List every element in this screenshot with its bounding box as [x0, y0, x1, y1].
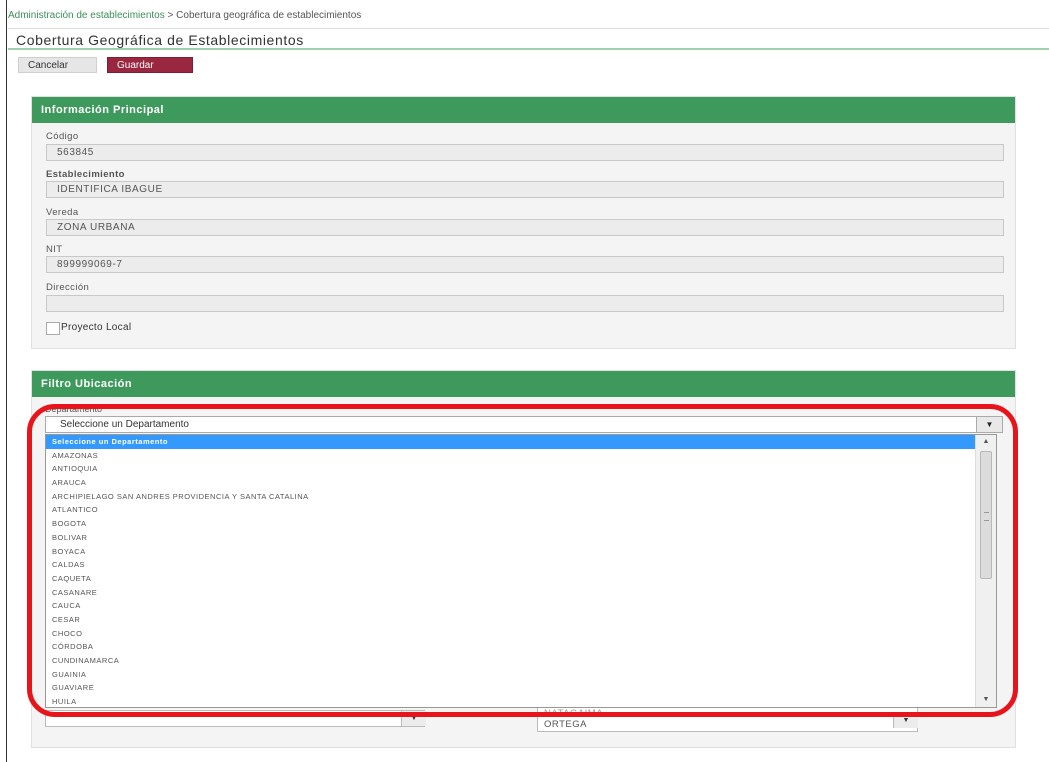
proyecto-local-label: Proyecto Local — [61, 322, 132, 333]
page-title: Cobertura Geográfica de Establecimientos — [16, 32, 304, 48]
scroll-down-arrow-icon[interactable]: ▼ — [976, 693, 996, 707]
scrollbar-thumb[interactable] — [980, 451, 992, 579]
breadcrumb-separator: > — [167, 10, 174, 21]
dropdown-option[interactable]: CHOCO — [46, 627, 976, 641]
dropdown-option[interactable]: ANTIOQUIA — [46, 462, 976, 476]
dropdown-option[interactable]: ATLANTICO — [46, 503, 976, 517]
left-border — [6, 0, 7, 762]
scroll-up-arrow-icon[interactable]: ▲ — [976, 435, 996, 449]
dropdown-option[interactable]: CAUCA — [46, 599, 976, 613]
establecimiento-label: Establecimiento — [46, 169, 125, 180]
breadcrumb-current: Cobertura geográfica de establecimientos — [176, 10, 362, 21]
chevron-down-icon[interactable]: ▼ — [976, 417, 1002, 432]
nit-label: NIT — [46, 244, 63, 255]
codigo-label: Código — [46, 131, 79, 142]
cancel-button[interactable]: Cancelar — [18, 57, 97, 73]
departamento-dropdown-list[interactable]: Seleccione un Departamento AMAZONAS ANTI… — [45, 434, 997, 708]
dropdown-option[interactable]: GUAINIA — [46, 668, 976, 682]
dropdown-option[interactable]: CALDAS — [46, 558, 976, 572]
dropdown-option[interactable]: Seleccione un Departamento — [46, 435, 976, 449]
dropdown-option[interactable]: CUNDINAMARCA — [46, 654, 976, 668]
direccion-label: Dirección — [46, 282, 90, 293]
dropdown-option[interactable]: BOGOTA — [46, 517, 976, 531]
chevron-down-icon[interactable]: ▼ — [893, 713, 918, 728]
top-divider — [8, 28, 1049, 29]
dropdown-option[interactable]: ARAUCA — [46, 476, 976, 490]
dropdown-option[interactable]: ARCHIPIELAGO SAN ANDRES PROVIDENCIA Y SA… — [46, 490, 976, 504]
departamento-label: Departamento — [45, 404, 103, 414]
chevron-down-icon[interactable]: ▼ — [401, 711, 426, 726]
nit-field[interactable]: 899999069-7 — [46, 256, 1004, 273]
municipio-value: ORTEGA — [544, 719, 587, 730]
dropdown-option[interactable]: HUILA — [46, 695, 976, 707]
info-panel: Información Principal Código 563845 Esta… — [31, 96, 1016, 349]
dropdown-option[interactable]: CAQUETA — [46, 572, 976, 586]
municipio-select[interactable]: NATAGAIMA ORTEGA — [537, 706, 918, 732]
vereda-label: Vereda — [46, 207, 79, 218]
dropdown-option[interactable]: AMAZONAS — [46, 449, 976, 463]
municipio-option-partial: NATAGAIMA — [544, 708, 604, 719]
filter-panel-header: Filtro Ubicación — [32, 371, 1015, 397]
grip-icon — [984, 512, 989, 521]
direccion-field[interactable] — [46, 295, 1004, 312]
dropdown-options: Seleccione un Departamento AMAZONAS ANTI… — [46, 435, 976, 707]
provincia-select[interactable] — [45, 710, 425, 727]
save-button[interactable]: Guardar — [107, 57, 193, 73]
dropdown-option[interactable]: CESAR — [46, 613, 976, 627]
dropdown-option[interactable]: GUAVIARE — [46, 681, 976, 695]
dropdown-option[interactable]: BOYACA — [46, 545, 976, 559]
establecimiento-field[interactable]: IDENTIFICA IBAGUE — [46, 181, 1004, 198]
dropdown-scrollbar[interactable]: ▲ ▼ — [975, 435, 996, 707]
vereda-field[interactable]: ZONA URBANA — [46, 219, 1004, 236]
breadcrumb: Administración de establecimientos > Cob… — [8, 10, 361, 21]
title-divider — [8, 48, 1049, 50]
dropdown-option[interactable]: CÓRDOBA — [46, 640, 976, 654]
dropdown-option[interactable]: BOLIVAR — [46, 531, 976, 545]
breadcrumb-parent-link[interactable]: Administración de establecimientos — [8, 10, 165, 21]
codigo-field[interactable]: 563845 — [46, 144, 1004, 161]
departamento-select[interactable]: Seleccione un Departamento — [45, 416, 1003, 433]
info-panel-header: Información Principal — [32, 97, 1015, 123]
proyecto-local-checkbox[interactable] — [46, 322, 60, 335]
dropdown-option[interactable]: CASANARE — [46, 586, 976, 600]
